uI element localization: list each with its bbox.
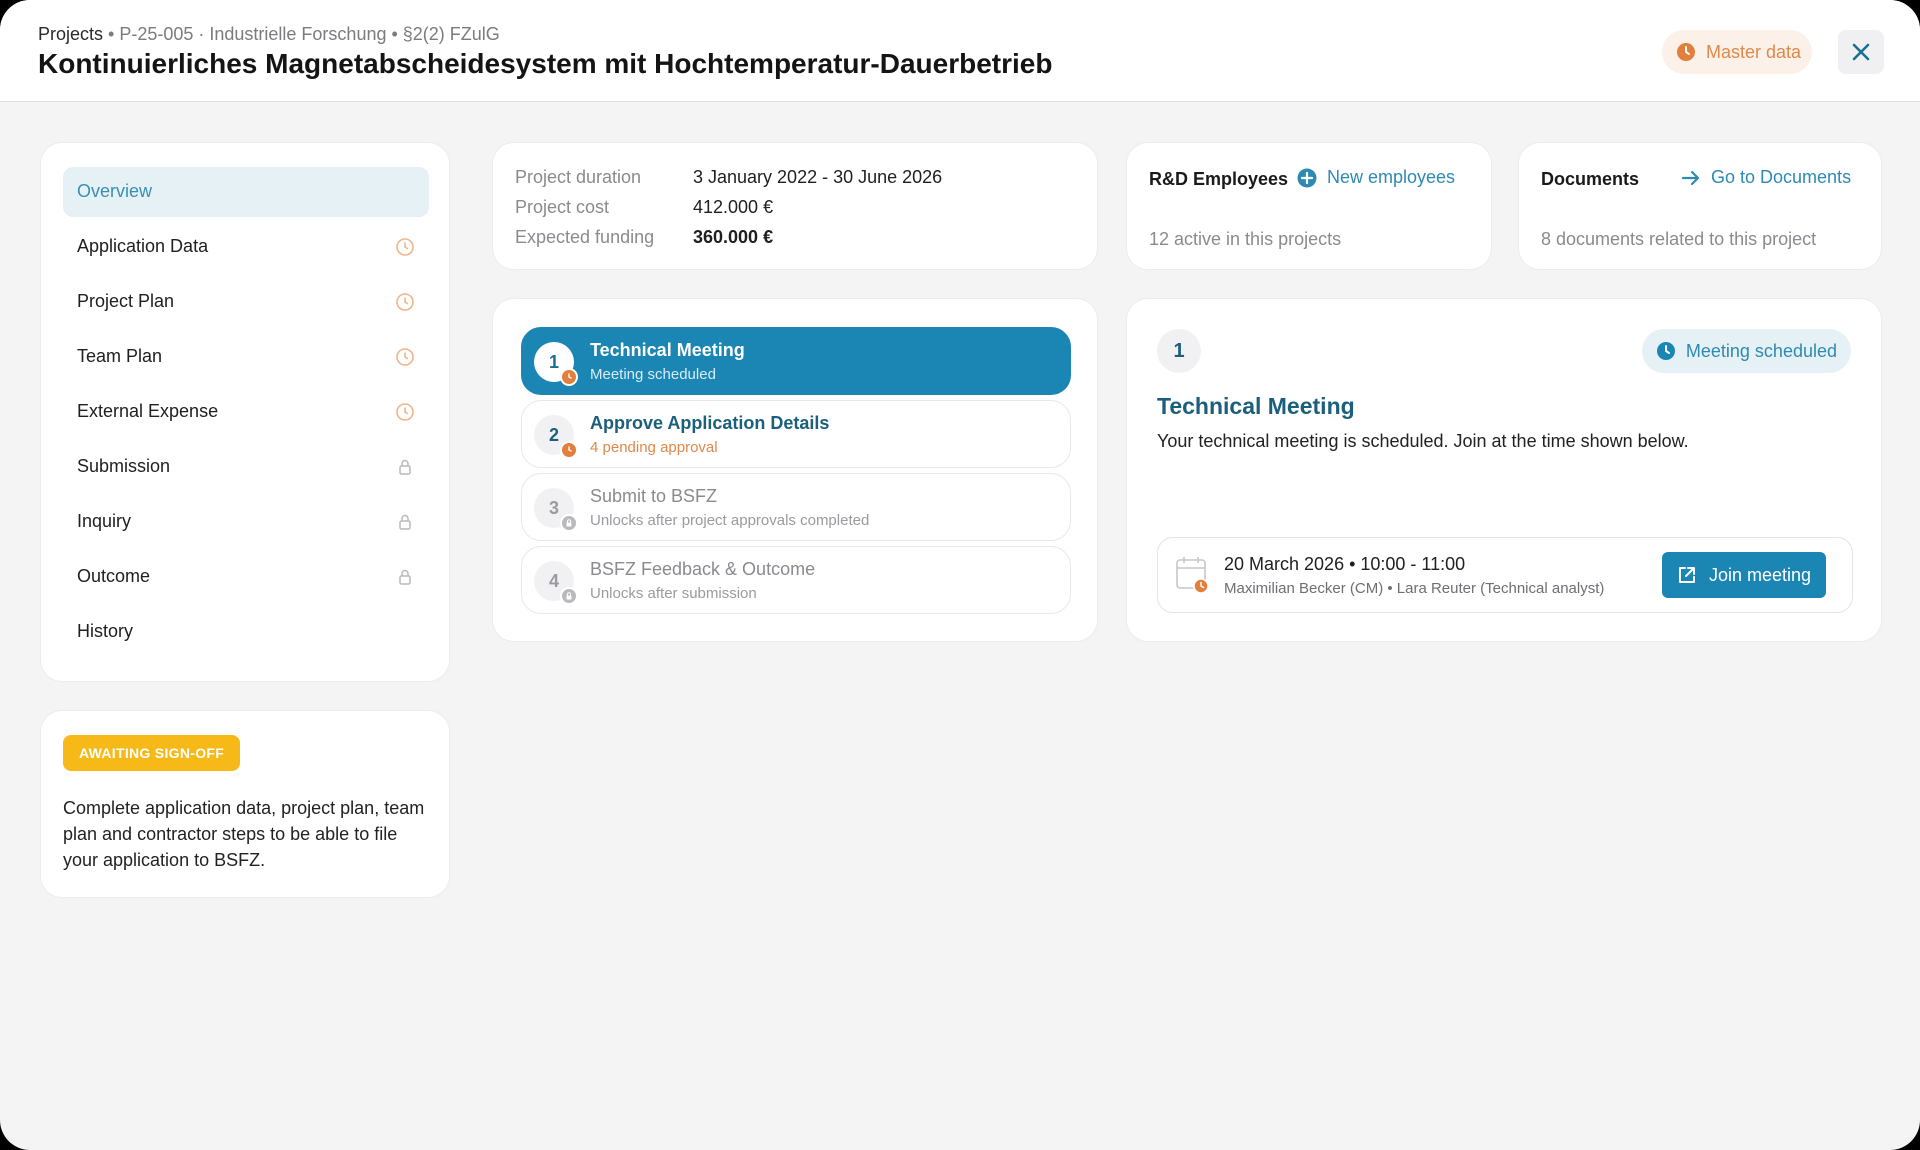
cost-value: 412.000 € bbox=[693, 197, 774, 217]
step-status: Unlocks after project approvals complete… bbox=[590, 512, 870, 529]
step-title: Approve Application Details bbox=[590, 413, 830, 433]
detail-title: Technical Meeting bbox=[1157, 393, 1355, 419]
new-employees-link[interactable]: New employees bbox=[1297, 167, 1455, 188]
status-badge: AWAITING SIGN-OFF bbox=[63, 735, 241, 771]
close-button[interactable] bbox=[1838, 30, 1884, 74]
step-bsfz-feedback[interactable]: 4 BSFZ Feedback & Outcome Unlocks after … bbox=[521, 546, 1071, 614]
go-to-documents-link[interactable]: Go to Documents bbox=[1681, 167, 1851, 188]
sidebar-item-overview[interactable]: Overview bbox=[63, 167, 429, 217]
step-title: Technical Meeting bbox=[590, 340, 745, 360]
sidebar-nav: Overview Application Data Project Plan T… bbox=[40, 142, 450, 682]
steps-card: 1 Technical Meeting Meeting scheduled 2 … bbox=[492, 298, 1098, 642]
documents-title: Documents bbox=[1541, 169, 1640, 189]
funding-value: 360.000 € bbox=[693, 227, 774, 247]
step-approve-application[interactable]: 2 Approve Application Details 4 pending … bbox=[521, 400, 1071, 468]
step-status: Meeting scheduled bbox=[590, 366, 716, 383]
sidebar-item-label: Submission bbox=[77, 456, 171, 476]
meeting-date: 20 March 2026 • 10:00 - 11:00 bbox=[1224, 554, 1466, 574]
sidebar-item-label: External Expense bbox=[77, 401, 219, 421]
sidebar-item-project-plan[interactable]: Project Plan bbox=[63, 277, 429, 327]
breadcrumb-path: • P-25-005 · Industrielle Forschung • §2… bbox=[103, 24, 500, 44]
sidebar-item-external-expense[interactable]: External Expense bbox=[63, 387, 429, 437]
lock-icon bbox=[399, 459, 411, 475]
step-title: Submit to BSFZ bbox=[590, 486, 718, 506]
employees-card: R&D Employees New employees 12 active in… bbox=[1126, 142, 1492, 270]
external-link-icon bbox=[1678, 567, 1695, 583]
clock-icon bbox=[560, 441, 578, 459]
meeting-box: 20 March 2026 • 10:00 - 11:00 Maximilian… bbox=[1157, 537, 1853, 613]
sidebar-item-submission[interactable]: Submission bbox=[63, 442, 429, 492]
step-submit-bsfz[interactable]: 3 Submit to BSFZ Unlocks after project a… bbox=[521, 473, 1071, 541]
detail-step-number: 1 bbox=[1157, 329, 1201, 373]
sidebar-item-label: Outcome bbox=[77, 566, 151, 586]
step-status: Unlocks after submission bbox=[590, 585, 757, 602]
breadcrumb: Projects • P-25-005 · Industrielle Forsc… bbox=[38, 24, 500, 45]
signoff-text: Complete application data, project plan,… bbox=[63, 798, 425, 870]
clock-icon bbox=[396, 238, 414, 256]
master-data-label: Master data bbox=[1706, 41, 1802, 62]
sidebar-item-label: Application Data bbox=[77, 236, 209, 256]
lock-icon bbox=[399, 569, 411, 585]
duration-label: Project duration bbox=[515, 167, 642, 187]
meeting-status-label: Meeting scheduled bbox=[1685, 340, 1837, 361]
duration-value: 3 January 2022 - 30 June 2026 bbox=[693, 167, 943, 187]
step-technical-meeting[interactable]: 1 Technical Meeting Meeting scheduled bbox=[521, 327, 1071, 395]
cost-label: Project cost bbox=[515, 197, 610, 217]
clock-icon bbox=[560, 368, 578, 386]
project-info-card: Project duration 3 January 2022 - 30 Jun… bbox=[492, 142, 1098, 270]
sidebar-item-inquiry[interactable]: Inquiry bbox=[63, 497, 429, 547]
sidebar-item-history[interactable]: History bbox=[63, 607, 429, 657]
breadcrumb-projects[interactable]: Projects bbox=[38, 24, 103, 44]
sidebar-item-label: History bbox=[77, 621, 134, 641]
go-to-documents-label: Go to Documents bbox=[1711, 167, 1852, 187]
meeting-status-pill: Meeting scheduled bbox=[1641, 329, 1851, 373]
employees-title: R&D Employees bbox=[1149, 169, 1289, 189]
sidebar-item-team-plan[interactable]: Team Plan bbox=[63, 332, 429, 382]
clock-icon bbox=[396, 403, 414, 421]
detail-description: Your technical meeting is scheduled. Joi… bbox=[1157, 431, 1689, 451]
close-icon bbox=[1852, 43, 1870, 61]
sidebar-item-label: Team Plan bbox=[77, 346, 163, 366]
new-employees-label: New employees bbox=[1327, 167, 1456, 187]
lock-icon bbox=[560, 514, 578, 532]
master-data-button[interactable]: Master data bbox=[1662, 30, 1812, 74]
sidebar-item-application-data[interactable]: Application Data bbox=[63, 222, 429, 272]
page-title: Kontinuierliches Magnetabscheidesystem m… bbox=[38, 48, 1053, 79]
sidebar-item-label: Overview bbox=[77, 181, 153, 201]
clock-icon bbox=[1656, 342, 1675, 360]
sidebar-item-label: Project Plan bbox=[77, 291, 175, 311]
sidebar-item-label: Inquiry bbox=[77, 511, 132, 531]
clock-icon bbox=[396, 293, 414, 311]
join-meeting-button[interactable]: Join meeting bbox=[1662, 552, 1826, 598]
arrow-right-icon bbox=[1681, 170, 1700, 185]
documents-count: 8 documents related to this project bbox=[1541, 229, 1817, 249]
clock-icon bbox=[396, 348, 414, 366]
project-window: Projects • P-25-005 · Industrielle Forsc… bbox=[0, 0, 1920, 1150]
funding-label: Expected funding bbox=[515, 227, 655, 247]
join-meeting-label: Join meeting bbox=[1708, 564, 1812, 585]
step-detail-card: 1 Meeting scheduled Technical Meeting Yo… bbox=[1126, 298, 1882, 642]
signoff-card: AWAITING SIGN-OFF Complete application d… bbox=[40, 710, 450, 898]
plus-circle-icon bbox=[1297, 168, 1317, 187]
documents-card: Documents Go to Documents 8 documents re… bbox=[1518, 142, 1882, 270]
lock-icon bbox=[399, 514, 411, 530]
meeting-participants: Maximilian Becker (CM) • Lara Reuter (Te… bbox=[1224, 580, 1605, 597]
header: Projects • P-25-005 · Industrielle Forsc… bbox=[0, 0, 1920, 102]
clock-icon bbox=[1677, 43, 1695, 61]
employees-count: 12 active in this projects bbox=[1149, 229, 1342, 249]
lock-icon bbox=[560, 587, 578, 605]
sidebar-item-outcome[interactable]: Outcome bbox=[63, 552, 429, 602]
step-status: 4 pending approval bbox=[590, 439, 718, 456]
calendar-icon bbox=[1176, 557, 1209, 594]
step-title: BSFZ Feedback & Outcome bbox=[590, 559, 816, 579]
